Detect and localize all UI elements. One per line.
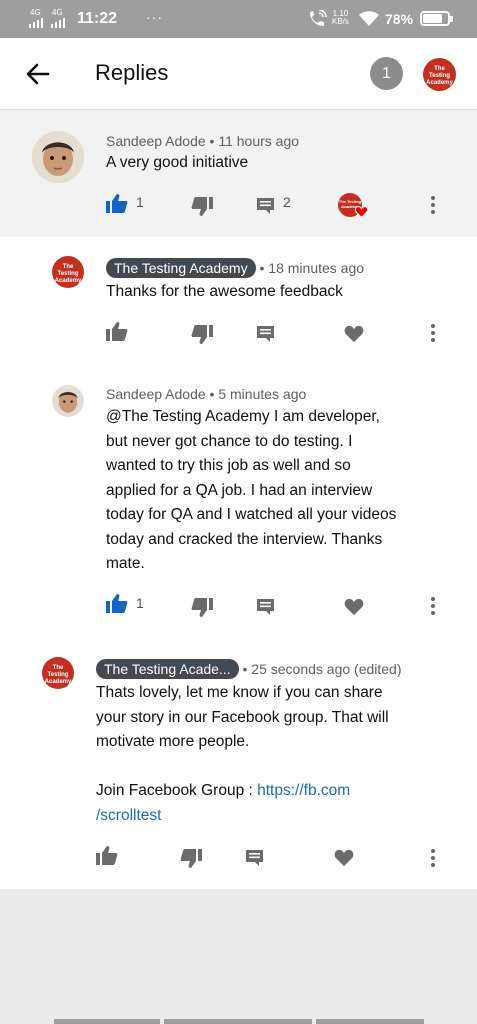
like-button[interactable] bbox=[106, 321, 128, 341]
signal-bars-icon bbox=[51, 18, 65, 28]
wifi-call-icon bbox=[310, 10, 327, 26]
comment-icon bbox=[257, 326, 274, 342]
more-vert-icon bbox=[431, 324, 435, 342]
thumbs-down-icon bbox=[180, 849, 202, 868]
network-speed: 1.10 KB/s bbox=[332, 9, 349, 26]
facebook-group-link[interactable]: https://fb.com bbox=[257, 782, 350, 799]
comment-meta: Sandeep Adode • 11 hours ago bbox=[106, 133, 300, 149]
like-count: 1 bbox=[136, 194, 144, 210]
channel-avatar[interactable]: The Testing Academy bbox=[423, 58, 456, 91]
thumbs-up-icon bbox=[106, 194, 128, 213]
dislike-button[interactable] bbox=[180, 849, 202, 869]
reply-button[interactable] bbox=[256, 598, 275, 616]
avatar[interactable] bbox=[52, 385, 84, 417]
more-options-button[interactable] bbox=[430, 195, 436, 215]
status-bar: 4G 4G 11:22 ··· 1.10 KB/s 78% bbox=[0, 0, 477, 38]
more-options-button[interactable] bbox=[430, 596, 436, 616]
avatar[interactable] bbox=[32, 131, 84, 183]
thumbs-down-icon bbox=[191, 325, 213, 344]
more-vert-icon bbox=[431, 597, 435, 615]
comment-time: 5 minutes ago bbox=[218, 386, 307, 402]
signal-bars-icon bbox=[29, 18, 43, 28]
comment-time: 18 minutes ago bbox=[268, 260, 365, 276]
user-photo-icon bbox=[32, 131, 84, 183]
app-bar: Replies 1 The Testing Academy bbox=[0, 38, 477, 110]
battery-percent: 78% bbox=[385, 11, 414, 27]
heart-button[interactable] bbox=[344, 325, 364, 343]
notification-count-badge[interactable]: 1 bbox=[370, 57, 403, 90]
comment-time: 11 hours ago bbox=[218, 133, 300, 149]
dislike-button[interactable] bbox=[191, 197, 213, 217]
heart-icon bbox=[344, 325, 364, 343]
more-options-button[interactable] bbox=[430, 323, 436, 343]
signal-indicator-2: 4G bbox=[52, 8, 63, 17]
thumbs-up-icon bbox=[96, 846, 118, 865]
replies-list: Sandeep Adode • 11 hours ago A very good… bbox=[0, 111, 477, 889]
more-vert-icon bbox=[431, 849, 435, 867]
reply-count: 2 bbox=[283, 194, 291, 210]
reply-button[interactable] bbox=[245, 849, 264, 867]
heart-icon bbox=[334, 849, 354, 867]
back-arrow-icon bbox=[26, 63, 50, 85]
battery-icon bbox=[420, 11, 453, 26]
user-photo-icon bbox=[52, 385, 84, 417]
page-title: Replies bbox=[95, 60, 169, 85]
more-notifications-icon: ··· bbox=[146, 9, 163, 25]
comment-icon bbox=[257, 198, 274, 214]
comment-meta: Sandeep Adode • 5 minutes ago bbox=[106, 386, 307, 402]
thumbs-down-icon bbox=[191, 598, 213, 617]
reply-button[interactable] bbox=[256, 325, 275, 343]
reply-button[interactable] bbox=[256, 197, 275, 215]
heart-icon bbox=[344, 598, 364, 616]
dislike-button[interactable] bbox=[191, 598, 213, 618]
nav-indicator bbox=[316, 1019, 424, 1024]
comment-icon bbox=[246, 850, 263, 866]
comment-text: Thats lovely, let me know if you can sha… bbox=[96, 681, 389, 828]
battery-fill bbox=[423, 14, 442, 23]
like-button[interactable] bbox=[106, 193, 128, 213]
thumbs-up-icon bbox=[106, 594, 128, 613]
back-button[interactable] bbox=[22, 58, 54, 90]
comment-meta: The Testing Academy • 18 minutes ago bbox=[106, 258, 364, 278]
comment-icon bbox=[257, 599, 274, 615]
like-button[interactable] bbox=[106, 593, 128, 613]
author-name[interactable]: Sandeep Adode bbox=[106, 133, 206, 149]
like-button[interactable] bbox=[96, 845, 118, 865]
nav-indicator bbox=[54, 1019, 160, 1024]
clock: 11:22 bbox=[77, 10, 118, 27]
heart-icon bbox=[355, 206, 368, 218]
heart-button[interactable] bbox=[344, 598, 364, 616]
nav-indicator bbox=[164, 1019, 312, 1024]
comment-text: @The Testing Academy I am developer, but… bbox=[106, 408, 397, 572]
author-name[interactable]: The Testing Academy bbox=[106, 258, 256, 278]
comment-text: Thanks for the awesome feedback bbox=[106, 283, 343, 300]
thumbs-up-icon bbox=[106, 322, 128, 341]
more-options-button[interactable] bbox=[430, 848, 436, 868]
dislike-button[interactable] bbox=[191, 325, 213, 345]
comment-meta: The Testing Acade... • 25 seconds ago (e… bbox=[96, 659, 402, 679]
wifi-icon bbox=[359, 11, 379, 26]
author-name[interactable]: Sandeep Adode bbox=[106, 386, 206, 402]
thumbs-down-icon bbox=[191, 197, 213, 216]
like-count: 1 bbox=[136, 595, 144, 611]
avatar[interactable]: The Testing Academy bbox=[52, 256, 84, 288]
more-vert-icon bbox=[431, 196, 435, 214]
avatar[interactable]: The Testing Academy bbox=[42, 657, 74, 689]
author-name[interactable]: The Testing Acade... bbox=[96, 659, 239, 679]
facebook-group-link-cont[interactable]: /scrolltest bbox=[96, 804, 389, 829]
comment-text: A very good initiative bbox=[106, 154, 249, 171]
signal-indicator-1: 4G bbox=[30, 8, 41, 17]
comment-time: 25 seconds ago (edited) bbox=[251, 661, 402, 677]
heart-button[interactable] bbox=[334, 849, 354, 867]
parent-comment: Sandeep Adode • 11 hours ago A very good… bbox=[0, 111, 477, 237]
